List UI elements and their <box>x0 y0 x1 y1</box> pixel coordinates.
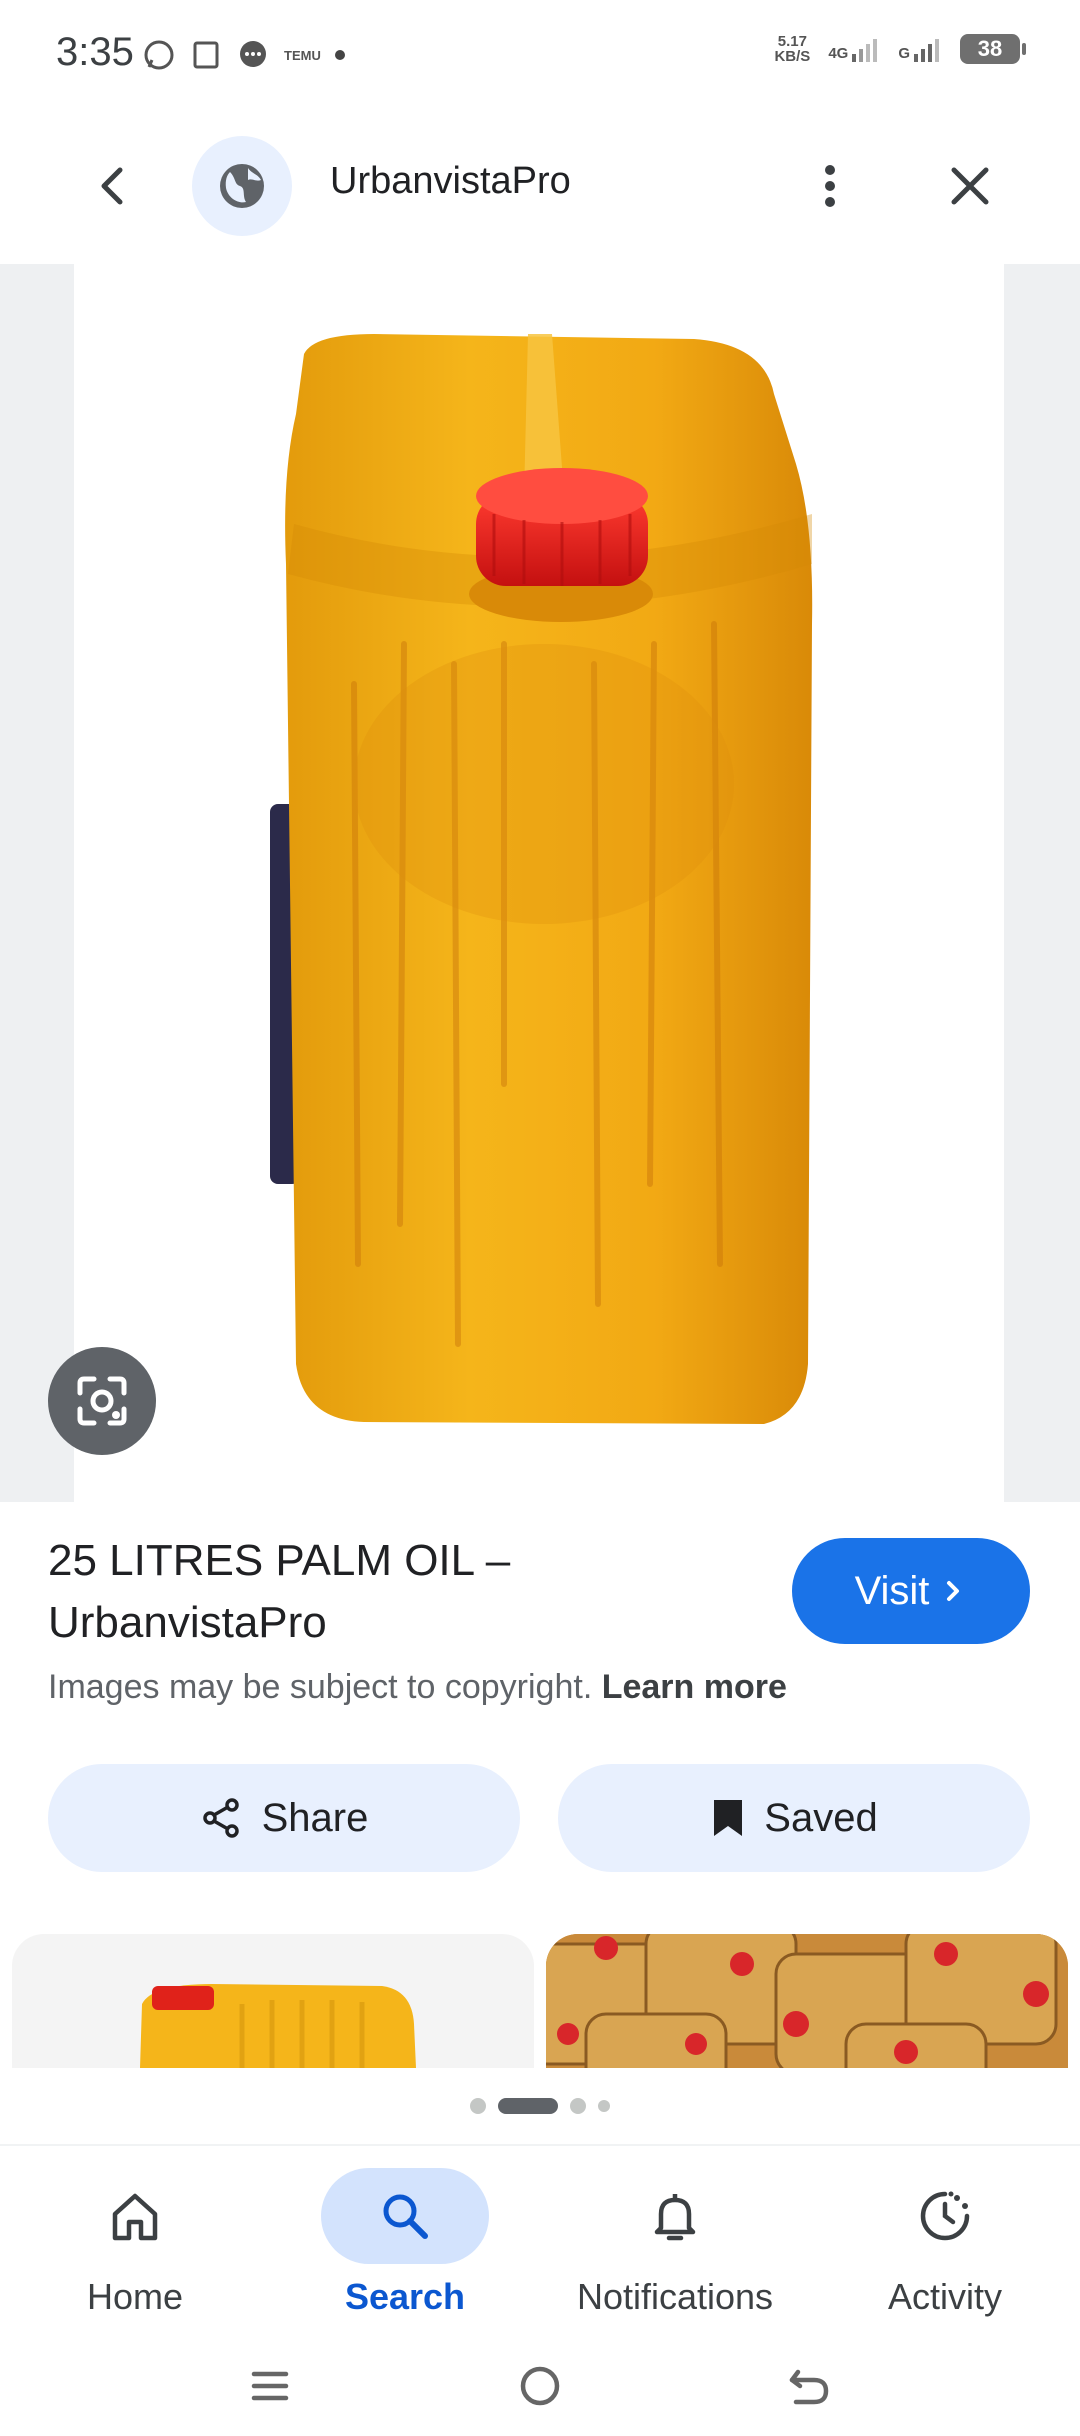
share-button[interactable]: Share <box>48 1764 520 1872</box>
status-system-icons: 5.17 KB/S 4G G 38 <box>774 33 1026 65</box>
visit-button[interactable]: Visit <box>792 1538 1030 1644</box>
product-image[interactable] <box>74 264 1004 1502</box>
status-bar: 3:35 TEMU 5.17 KB/S 4G G 38 <box>0 0 1080 110</box>
carousel-dot <box>570 2098 586 2114</box>
more-notifications-dot <box>334 50 345 60</box>
chevron-right-icon <box>947 1581 960 1601</box>
image-viewer[interactable] <box>0 264 1080 1502</box>
bookmark-filled-icon <box>714 1800 743 1836</box>
site-name[interactable]: UrbanvistaPro <box>330 160 571 203</box>
network-speed: 5.17 KB/S <box>774 33 811 65</box>
bell-icon <box>654 2194 696 2241</box>
signal-g-icon: G <box>898 36 942 62</box>
search-icon <box>383 2194 428 2239</box>
nav-notifications[interactable]: Notifications <box>540 2164 810 2318</box>
close-icon[interactable] <box>940 156 1000 216</box>
screenshot-icon <box>193 41 219 69</box>
status-time: 3:35 <box>56 30 134 74</box>
carousel-dot <box>598 2100 610 2112</box>
home-icon <box>112 2193 158 2241</box>
related-stacked-jerrycans-thumbnail <box>546 1934 1068 2068</box>
message-icon <box>240 41 266 67</box>
activity-icon <box>920 2191 970 2241</box>
saved-label: Saved <box>764 1795 878 1840</box>
battery-icon: 38 <box>960 34 1026 64</box>
back-arrow-icon[interactable] <box>82 156 142 216</box>
carousel-dot-active <box>498 2098 558 2114</box>
related-image-2[interactable] <box>546 1934 1068 2068</box>
jerrycan-illustration <box>270 334 813 1424</box>
nav-search-active-pill <box>321 2168 489 2264</box>
site-favicon <box>192 136 292 236</box>
share-icon <box>202 1798 239 1838</box>
recents-menu-icon[interactable] <box>240 2356 300 2416</box>
back-gesture-icon[interactable] <box>780 2356 840 2416</box>
nav-home[interactable]: Home <box>0 2164 270 2318</box>
copyright-notice: Images may be subject to copyright. Lear… <box>48 1668 787 1706</box>
status-notification-icons: TEMU <box>142 38 345 72</box>
viewer-top-bar: UrbanvistaPro <box>0 126 1080 246</box>
system-navigation-bar <box>0 2334 1080 2436</box>
saved-button[interactable]: Saved <box>558 1764 1030 1872</box>
bottom-navigation: Home Search Notifications Activity <box>0 2144 1080 2336</box>
related-image-1[interactable] <box>12 1934 534 2068</box>
lens-icon <box>77 1376 127 1426</box>
nav-activity[interactable]: Activity <box>810 2164 1080 2318</box>
home-circle-icon[interactable] <box>510 2356 570 2416</box>
signal-4g-icon: 4G <box>828 36 880 62</box>
lens-search-button[interactable] <box>48 1347 156 1455</box>
carousel-indicator <box>0 2098 1080 2114</box>
whatsapp-icon <box>144 40 174 70</box>
learn-more-link[interactable]: Learn more <box>602 1668 787 1706</box>
temu-notification-icon: TEMU <box>284 47 321 63</box>
share-label: Share <box>261 1795 369 1840</box>
nav-search[interactable]: Search <box>270 2164 540 2318</box>
more-options-icon[interactable] <box>800 156 860 216</box>
visit-label: Visit <box>854 1568 930 1613</box>
carousel-dot <box>470 2098 486 2114</box>
related-jerrycan-thumbnail <box>140 1984 416 2068</box>
result-title: 25 LITRES PALM OIL – UrbanvistaPro <box>48 1536 511 1647</box>
globe-icon <box>220 164 264 208</box>
